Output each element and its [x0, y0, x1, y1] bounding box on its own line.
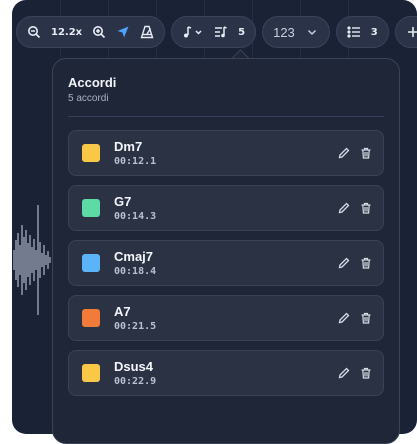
divider	[68, 116, 384, 117]
trash-icon[interactable]	[359, 366, 373, 380]
chord-color-swatch[interactable]	[82, 254, 100, 272]
chord-name: G7	[114, 194, 132, 209]
chord-list: Dm7 00:12.1 G7 00:14.3 Cmaj7 00:18.4 A7 …	[68, 130, 384, 396]
pencil-icon[interactable]	[337, 146, 351, 160]
popover-subtitle: 5 accordi	[68, 93, 109, 104]
number-format-dropdown[interactable]: 123	[262, 16, 330, 48]
chord-color-swatch[interactable]	[82, 199, 100, 217]
pencil-icon[interactable]	[337, 256, 351, 270]
metronome-icon[interactable]	[140, 25, 154, 39]
chord-time: 00:18.4	[114, 266, 157, 277]
pencil-icon[interactable]	[337, 311, 351, 325]
chord-card[interactable]: G7 00:14.3	[68, 185, 384, 231]
chord-count: 5	[238, 26, 246, 38]
chord-time: 00:22.9	[114, 376, 157, 387]
chord-info: Dm7 00:12.1	[114, 139, 329, 167]
chord-time: 00:12.1	[114, 156, 157, 167]
chord-time: 00:14.3	[114, 211, 157, 222]
trash-icon[interactable]	[359, 256, 373, 270]
chord-name: Dsus4	[114, 359, 154, 374]
chord-name: Dm7	[114, 139, 143, 154]
chord-info: Dsus4 00:22.9	[114, 359, 329, 387]
chord-name: Cmaj7	[114, 249, 154, 264]
chord-info: A7 00:21.5	[114, 304, 329, 332]
plus-icon	[406, 25, 417, 39]
zoom-in-icon[interactable]	[92, 25, 106, 39]
trash-icon[interactable]	[359, 201, 373, 215]
chords-popover: Accordi 5 accordi Dm7 00:12.1 G7 00:14.3	[52, 58, 400, 444]
trash-icon[interactable]	[359, 311, 373, 325]
chord-card[interactable]: Dsus4 00:22.9	[68, 350, 384, 396]
chord-color-swatch[interactable]	[82, 144, 100, 162]
numbered-list-icon	[347, 25, 361, 39]
chord-time: 00:21.5	[114, 321, 157, 332]
chord-controls: 5	[171, 16, 257, 48]
zoom-out-icon[interactable]	[27, 25, 41, 39]
chord-info: G7 00:14.3	[114, 194, 329, 222]
trash-icon[interactable]	[359, 146, 373, 160]
chord-card[interactable]: A7 00:21.5	[68, 295, 384, 341]
pencil-icon[interactable]	[337, 366, 351, 380]
pencil-icon[interactable]	[337, 201, 351, 215]
number-format-label: 123	[273, 24, 295, 40]
music-note-icon[interactable]	[182, 25, 204, 39]
chord-card[interactable]: Dm7 00:12.1	[68, 130, 384, 176]
add-dropdown[interactable]	[394, 16, 417, 48]
chord-color-swatch[interactable]	[82, 309, 100, 327]
zoom-controls: 12.2x	[16, 16, 166, 48]
chord-card[interactable]: Cmaj7 00:18.4	[68, 240, 384, 286]
zoom-level: 12.2x	[51, 26, 83, 38]
chord-color-swatch[interactable]	[82, 364, 100, 382]
list-controls[interactable]: 3	[335, 16, 389, 48]
toolbar: 12.2x 5 123 3	[16, 16, 417, 48]
popover-title: Accordi	[68, 75, 117, 90]
list-count: 3	[370, 26, 378, 38]
chord-info: Cmaj7 00:18.4	[114, 249, 329, 277]
chord-name: A7	[114, 304, 131, 319]
navigation-arrow-icon[interactable]	[116, 25, 130, 39]
chevron-down-icon	[305, 25, 319, 39]
chord-list-icon[interactable]	[214, 25, 228, 39]
